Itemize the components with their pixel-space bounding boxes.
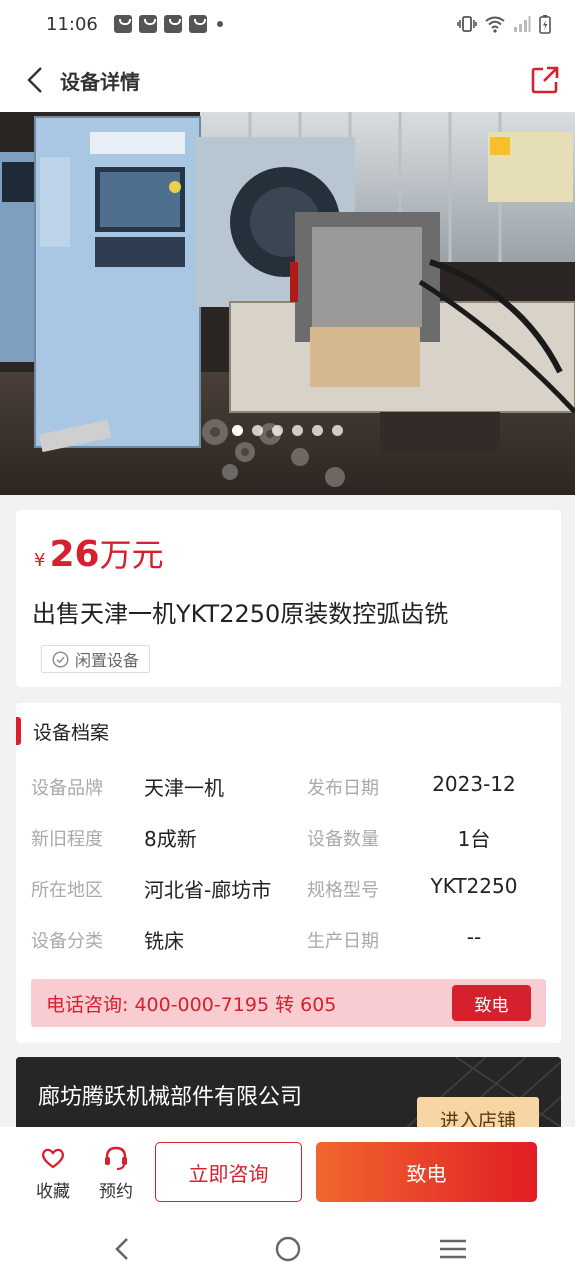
system-back-button[interactable] <box>107 1235 137 1263</box>
favorite-button[interactable]: 收藏 <box>28 1145 78 1202</box>
call-button-inline[interactable]: 致电 <box>452 985 531 1021</box>
condition-label: 新旧程度 <box>31 829 103 850</box>
price-unit: 万元 <box>99 536 164 574</box>
region-value: 河北省-廊坊市 <box>144 878 272 902</box>
equipment-photo <box>0 112 575 495</box>
section-title: 设备档案 <box>33 721 110 744</box>
share-button[interactable] <box>529 64 561 96</box>
category-value: 铣床 <box>144 929 184 953</box>
equipment-profile-card: 设备档案 设备品牌 天津一机 发布日期 2023-12 新旧程度 8成新 设备数… <box>16 703 561 1043</box>
home-circle-icon <box>275 1236 301 1262</box>
production-date-label: 生产日期 <box>307 931 379 952</box>
shopping-bag-icon <box>138 15 157 33</box>
info-row: 所在地区 河北省-廊坊市 规格型号 YKT2250 <box>16 868 561 908</box>
shopping-bag-icon <box>188 15 207 33</box>
category-label: 设备分类 <box>31 931 103 952</box>
equipment-image-carousel[interactable] <box>0 112 575 495</box>
quantity-label: 设备数量 <box>307 829 379 850</box>
price-value: 26 <box>49 534 100 575</box>
shop-name: 廊坊腾跃机械部件有限公司 <box>38 1085 303 1110</box>
status-bar: 11:06 <box>0 0 575 48</box>
brand-label: 设备品牌 <box>31 778 103 799</box>
consult-now-button[interactable]: 立即咨询 <box>155 1142 302 1202</box>
quantity-value: 1台 <box>457 827 491 851</box>
call-button[interactable]: 致电 <box>316 1142 537 1202</box>
system-navigation-bar <box>0 1215 575 1280</box>
carousel-dot[interactable] <box>272 425 283 436</box>
model-value: YKT2250 <box>430 874 518 898</box>
back-button[interactable] <box>10 48 60 112</box>
notification-icons <box>113 15 223 33</box>
battery-charging-icon <box>539 15 551 34</box>
condition-tag: 闲置设备 <box>41 645 151 673</box>
system-home-button[interactable] <box>273 1235 303 1263</box>
listing-title: 出售天津一机YKT2250原装数控弧齿铣 <box>32 600 449 628</box>
shop-banner[interactable]: 廊坊腾跃机械部件有限公司 进入店铺 <box>16 1057 561 1137</box>
share-external-icon <box>531 66 559 94</box>
production-date-value: -- <box>466 925 482 949</box>
carousel-dot[interactable] <box>232 425 243 436</box>
heart-icon <box>42 1148 64 1169</box>
carousel-dot[interactable] <box>292 425 303 436</box>
shopping-bag-icon <box>113 15 132 33</box>
listing-summary-card: ¥ 26 万元 出售天津一机YKT2250原装数控弧齿铣 闲置设备 <box>16 510 561 687</box>
info-row: 新旧程度 8成新 设备数量 1台 <box>16 817 561 857</box>
carousel-dot[interactable] <box>312 425 323 436</box>
carousel-indicator <box>0 425 575 436</box>
wifi-icon <box>485 16 505 33</box>
signal-icon <box>514 16 531 32</box>
section-accent-bar <box>16 717 21 745</box>
phone-consult-bar: 电话咨询: 400-000-7195 转 605 致电 <box>31 979 546 1027</box>
status-time: 11:06 <box>46 13 98 35</box>
info-row: 设备品牌 天津一机 发布日期 2023-12 <box>16 766 561 806</box>
vibrate-icon <box>457 16 477 32</box>
more-notifications-dot-icon <box>216 21 223 27</box>
menu-lines-icon <box>440 1239 466 1259</box>
carousel-dot[interactable] <box>332 425 343 436</box>
reserve-label: 预约 <box>99 1182 133 1202</box>
reserve-button[interactable]: 预约 <box>91 1145 141 1202</box>
carousel-dot[interactable] <box>252 425 263 436</box>
check-circle-icon <box>52 650 69 668</box>
model-label: 规格型号 <box>307 880 379 901</box>
region-label: 所在地区 <box>31 880 103 901</box>
price: ¥ 26 万元 <box>34 530 164 576</box>
publish-date-value: 2023-12 <box>432 772 516 796</box>
favorite-label: 收藏 <box>36 1182 70 1202</box>
system-recents-button[interactable] <box>438 1235 468 1263</box>
headset-icon <box>105 1146 127 1170</box>
bottom-action-bar: 收藏 预约 立即咨询 致电 <box>0 1127 575 1215</box>
chevron-left-icon <box>115 1238 128 1260</box>
shopping-bag-icon <box>163 15 182 33</box>
phone-consult-text: 电话咨询: 400-000-7195 转 605 <box>46 993 337 1016</box>
price-currency-symbol: ¥ <box>34 550 46 571</box>
publish-date-label: 发布日期 <box>307 778 379 799</box>
condition-value: 8成新 <box>144 827 197 851</box>
info-row: 设备分类 铣床 生产日期 -- <box>16 919 561 959</box>
page-title: 设备详情 <box>60 69 140 94</box>
brand-value: 天津一机 <box>144 776 224 800</box>
system-status-icons <box>457 14 551 34</box>
chevron-left-icon <box>27 67 42 93</box>
navigation-bar: 设备详情 <box>0 48 575 112</box>
condition-tag-label: 闲置设备 <box>75 651 140 670</box>
section-header: 设备档案 <box>16 716 109 746</box>
